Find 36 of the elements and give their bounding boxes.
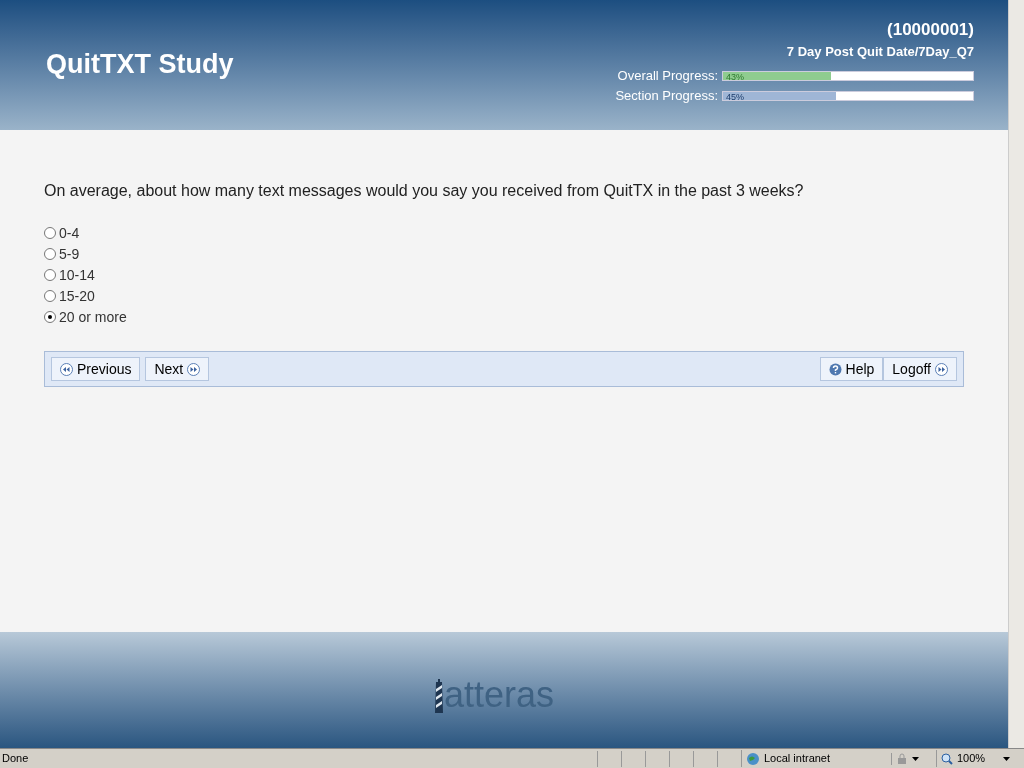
help-button[interactable]: Help bbox=[819, 357, 884, 381]
help-icon bbox=[828, 362, 842, 376]
zoom-level[interactable]: 100% bbox=[957, 750, 986, 767]
question-text: On average, about how many text messages would you say you received from QuitTX in the past 3 weeks? bbox=[44, 181, 805, 201]
progress-percent: 43% bbox=[726, 71, 744, 82]
fast-forward-icon bbox=[187, 362, 201, 376]
footer-logo: atteras bbox=[443, 677, 555, 713]
radio-button[interactable] bbox=[44, 311, 56, 323]
status-text: Done bbox=[1, 751, 30, 767]
option-label[interactable]: 10-14 bbox=[59, 264, 95, 286]
progress-label: Overall Progress: bbox=[617, 67, 718, 84]
section-name: 7 Day Post Quit Date/7Day_Q7 bbox=[786, 43, 974, 61]
lighthouse-icon bbox=[433, 679, 444, 713]
radio-button[interactable] bbox=[44, 227, 56, 239]
progress-label: Section Progress: bbox=[615, 87, 718, 104]
globe-icon bbox=[746, 751, 760, 766]
option-label[interactable]: 5-9 bbox=[59, 243, 80, 265]
forward-button[interactable]: Next bbox=[145, 357, 210, 381]
caret-icon[interactable] bbox=[1003, 756, 1011, 761]
option-label[interactable]: 0-4 bbox=[59, 222, 80, 244]
previous-button[interactable]: Previous bbox=[51, 357, 141, 381]
radio-button[interactable] bbox=[44, 248, 56, 260]
option-label[interactable]: 15-20 bbox=[59, 285, 95, 307]
caret-icon[interactable] bbox=[912, 756, 919, 761]
study-title: QuitTXT Study bbox=[46, 48, 234, 81]
lock-icon bbox=[896, 752, 908, 765]
zone-text: Local intranet bbox=[764, 751, 831, 767]
progress-percent: 45% bbox=[726, 91, 744, 102]
option-label[interactable]: 20 or more bbox=[59, 306, 127, 328]
fast-forward-icon bbox=[935, 362, 948, 376]
radio-button[interactable] bbox=[44, 290, 56, 302]
rewind-icon bbox=[60, 362, 73, 376]
participant-id: (10000001) bbox=[887, 20, 974, 40]
radio-button[interactable] bbox=[44, 269, 56, 281]
zoom-icon bbox=[941, 752, 953, 765]
forward-button[interactable]: Logoff bbox=[883, 357, 957, 381]
